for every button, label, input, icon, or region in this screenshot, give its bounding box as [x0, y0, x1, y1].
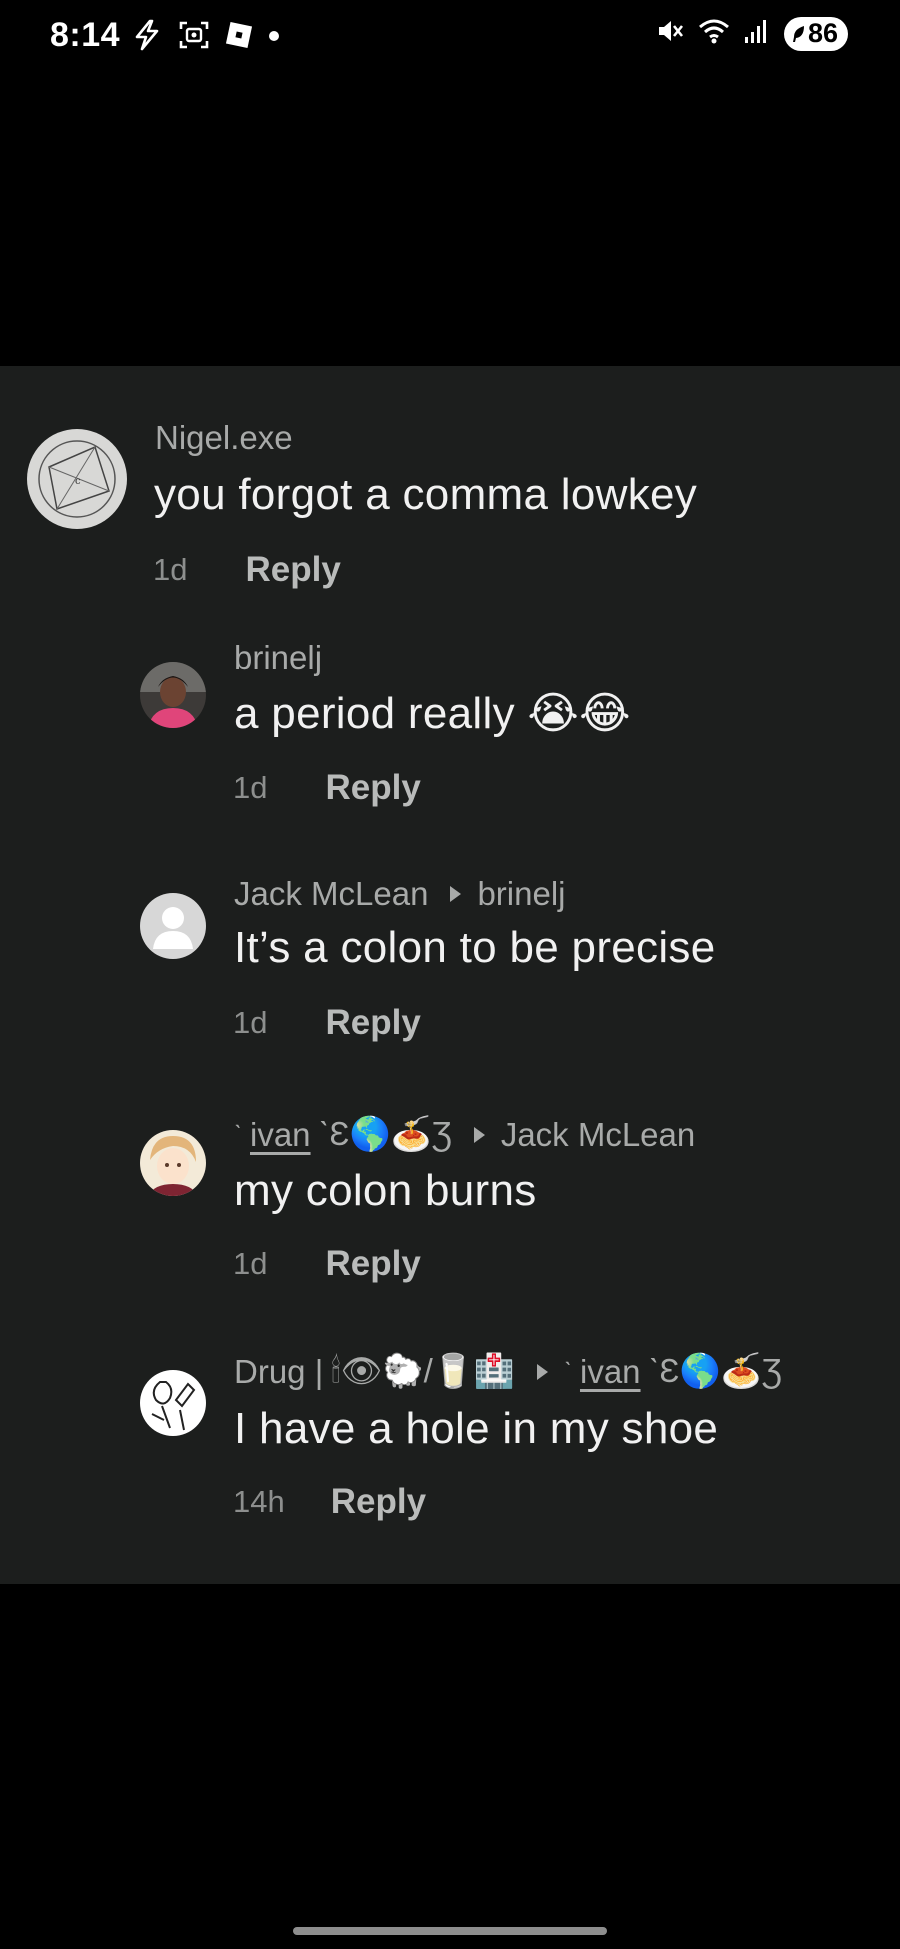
comment: brinelj a period really 😭😂 1d Reply: [0, 596, 900, 831]
comment: Drug | 🕯👁🐑/🥛🏥 ˋ ivan ˋƐ🌎🍝Ʒ I have a hole…: [0, 1306, 900, 1584]
reply-button[interactable]: Reply: [325, 1003, 420, 1043]
comment-username[interactable]: Drug | 🕯👁🐑/🥛🏥 ˋ ivan ˋƐ🌎🍝Ʒ: [234, 1352, 782, 1391]
comments-panel: c Nigel.exe you forgot a comma lowkey 1d…: [0, 366, 900, 1584]
comment-username[interactable]: brinelj: [234, 639, 322, 677]
reply-arrow-icon: [450, 886, 462, 902]
comment-time: 1d: [153, 552, 188, 587]
status-bar: 8:14 86: [0, 0, 900, 76]
reply-to-username[interactable]: ivan: [580, 1353, 641, 1391]
avatar[interactable]: [140, 893, 206, 959]
wifi-icon: [698, 17, 730, 50]
comment-text: a period really 😭😂: [234, 689, 631, 738]
battery-indicator: 86: [783, 16, 848, 51]
username[interactable]: Drug |: [234, 1353, 323, 1391]
reply-to-username[interactable]: Jack McLean: [501, 1116, 695, 1154]
comment-time: 1d: [233, 1005, 268, 1040]
username[interactable]: ivan: [250, 1116, 311, 1154]
comment-meta: 1d Reply: [233, 768, 421, 808]
battery-leaf-icon: [792, 25, 804, 42]
avatar[interactable]: c: [27, 429, 127, 529]
comment: Jack McLean brinelj It’s a colon to be p…: [0, 831, 900, 1066]
dot-icon: [268, 29, 280, 47]
username-decoration: ˋ: [563, 1357, 572, 1385]
comment-time: 1d: [233, 1246, 268, 1281]
avatar[interactable]: [140, 662, 206, 728]
comment-meta: 1d Reply: [233, 1244, 421, 1284]
comment-username[interactable]: ˋ ivan ˋƐ🌎🍝Ʒ Jack McLean: [234, 1115, 695, 1154]
comment-text: It’s a colon to be precise: [234, 923, 716, 972]
reply-button[interactable]: Reply: [325, 1244, 420, 1284]
comment: ˋ ivan ˋƐ🌎🍝Ʒ Jack McLean my colon burns …: [0, 1066, 900, 1306]
reply-button[interactable]: Reply: [325, 768, 420, 808]
username[interactable]: brinelj: [234, 639, 322, 677]
comment-text: I have a hole in my shoe: [234, 1404, 719, 1453]
comment-meta: 1d Reply: [233, 1003, 421, 1043]
avatar[interactable]: [140, 1370, 206, 1436]
comment-username[interactable]: Nigel.exe: [155, 419, 293, 457]
status-time: 8:14: [50, 16, 121, 54]
signal-icon: [744, 17, 770, 50]
reply-to-suffix: ˋƐ🌎🍝Ʒ: [648, 1352, 782, 1389]
reply-to-username[interactable]: brinelj: [477, 875, 565, 913]
comment-time: 1d: [233, 770, 268, 805]
mute-icon: [656, 16, 684, 51]
comment-meta: 1d Reply: [153, 550, 341, 590]
comment-username[interactable]: Jack McLean brinelj: [234, 875, 565, 913]
status-left-icons: [130, 18, 280, 57]
username[interactable]: Jack McLean: [234, 875, 428, 913]
home-indicator[interactable]: [293, 1927, 607, 1935]
comment-text: my colon burns: [234, 1166, 537, 1215]
reply-button[interactable]: Reply: [245, 550, 340, 590]
comment-text: you forgot a comma lowkey: [154, 470, 698, 519]
comment: c Nigel.exe you forgot a comma lowkey 1d…: [0, 366, 900, 596]
default-user-icon: [153, 907, 193, 949]
app-icon: [224, 20, 254, 55]
username-decoration: ˋ: [234, 1120, 242, 1148]
bolt-icon: [130, 18, 164, 57]
avatar[interactable]: [140, 1130, 206, 1196]
svg-text:c: c: [75, 476, 81, 487]
battery-level: 86: [807, 18, 838, 48]
username[interactable]: Nigel.exe: [155, 419, 293, 457]
reply-arrow-icon: [536, 1363, 548, 1380]
username-suffix: 🕯👁🐑/🥛🏥: [331, 1352, 515, 1389]
comment-time: 14h: [233, 1484, 285, 1519]
comment-meta: 14h Reply: [233, 1482, 426, 1522]
username-suffix: ˋƐ🌎🍝Ʒ: [318, 1115, 452, 1152]
reply-arrow-icon: [473, 1126, 485, 1143]
status-right-icons: 86: [656, 16, 848, 51]
screen-record-icon: [178, 19, 210, 56]
reply-button[interactable]: Reply: [331, 1482, 426, 1522]
